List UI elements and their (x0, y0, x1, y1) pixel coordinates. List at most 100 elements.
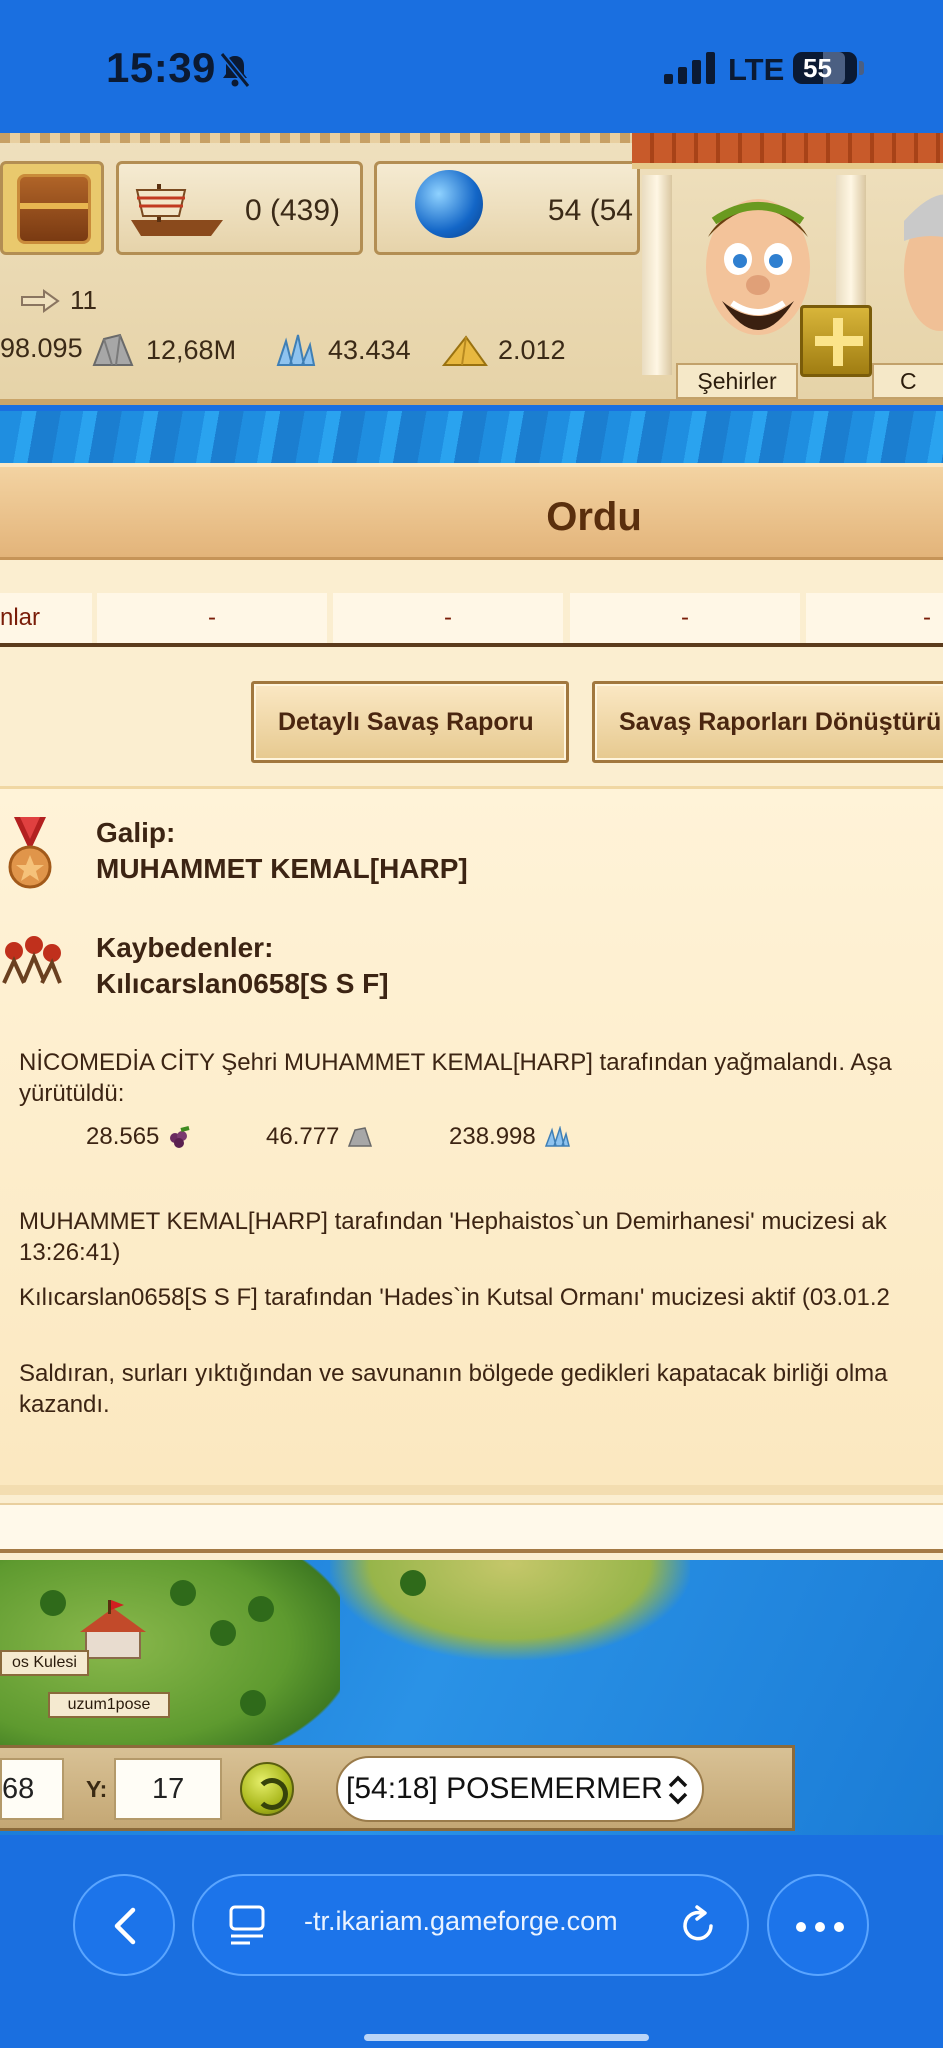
crystal-icon (276, 334, 316, 366)
resource-sulfur: 2.012 (442, 333, 566, 367)
treasure-chest-icon (17, 174, 91, 244)
wonder-attacker-line-1: MUHAMMET KEMAL[HARP] tarafından 'Hephais… (19, 1208, 887, 1235)
marble-icon (348, 1127, 373, 1147)
chevron-left-icon (114, 1907, 136, 1945)
page-menu-icon (229, 1905, 265, 1945)
cellular-signal-icon (664, 52, 715, 84)
summary-row: nlar - - - - (0, 593, 943, 647)
loot-crystal: 238.998 (449, 1123, 570, 1151)
bell-muted-icon (219, 52, 251, 88)
game-header: 0 (439) 54 (54 11 98.095 12,68M 43.434 2… (0, 133, 943, 405)
army-window: Ordu nlar - - - - Detaylı Savaş Raporu S… (0, 463, 943, 1563)
defeated-army-icon (2, 936, 62, 984)
home-indicator (364, 2034, 649, 2041)
battle-report: Galip: MUHAMMET KEMAL[HARP] Kaybedenler:… (0, 786, 943, 1486)
go-to-coordinates-icon[interactable] (240, 1762, 294, 1816)
y-coordinate-label: Y: (86, 1776, 108, 1802)
address-bar[interactable]: -tr.ikariam.gameforge.com (192, 1874, 749, 1976)
premium-chest-button[interactable] (0, 161, 104, 255)
resource-crystal: 43.434 (272, 333, 411, 367)
tower-label[interactable]: os Kulesi (0, 1650, 89, 1676)
military-advisor-label[interactable]: C (872, 363, 943, 399)
battery-tip (859, 61, 864, 75)
loser-name[interactable]: Kılıcarslan0658[S S F] (96, 968, 389, 1000)
resource-value: 43.434 (328, 334, 411, 365)
summary-cell: - (570, 593, 800, 643)
ship-icon (131, 184, 223, 236)
island-land (330, 1560, 690, 1660)
window-title: Ordu (546, 495, 642, 539)
military-advisor-icon[interactable] (900, 181, 943, 351)
tree-icon (40, 1590, 66, 1616)
summary-cell: - (97, 593, 327, 643)
city-label[interactable]: uzum1pose (48, 1692, 170, 1718)
loot-value: 238.998 (449, 1123, 536, 1150)
globe-icon (415, 170, 483, 238)
tree-icon (210, 1620, 236, 1646)
plunder-text-line-2: yürütüldü: (19, 1080, 125, 1107)
city-select[interactable]: [54:18] POSEMERMER (336, 1756, 704, 1822)
resource-value: 12,68M (146, 334, 237, 365)
summary-cell: - (333, 593, 563, 643)
water-strip (0, 411, 943, 463)
cities-advisor-label[interactable]: Şehirler (676, 363, 798, 399)
ships-value: 0 (439) (244, 194, 340, 227)
header-border (0, 133, 640, 143)
battery-icon: 55 (793, 52, 857, 84)
world-map-box[interactable]: 54 (54 (374, 161, 640, 255)
reload-icon[interactable] (679, 1904, 719, 1946)
status-bar: 15:39 LTE 55 (0, 0, 943, 133)
loot-marble: 46.777 (266, 1123, 373, 1151)
globe-value: 54 (54 (547, 194, 633, 227)
detailed-battle-report-button[interactable]: Detaylı Savaş Raporu (251, 681, 569, 763)
summary-cell: nlar (0, 593, 92, 643)
status-time: 15:39 (106, 44, 216, 91)
arrow-right-icon (21, 288, 60, 313)
report-divider (0, 1485, 943, 1495)
wine-grapes-icon (170, 1126, 190, 1148)
palace-roof (632, 133, 943, 169)
y-coordinate-input[interactable]: 17 (114, 1758, 222, 1820)
resource-wood: 98.095 (0, 333, 83, 364)
palace-column (642, 175, 672, 375)
network-type: LTE (728, 52, 785, 87)
report-footer (0, 1503, 943, 1553)
marble-icon (92, 333, 134, 366)
coordinates-bar: 68 Y: 17 [54:18] POSEMERMER (0, 1745, 795, 1831)
tree-icon (248, 1596, 274, 1622)
ellipsis-icon (796, 1922, 844, 1932)
url-text: -tr.ikariam.gameforge.com (304, 1906, 618, 1936)
result-text-line-2: kazandı. (19, 1391, 110, 1418)
loot-value: 46.777 (266, 1123, 340, 1150)
resource-value: 2.012 (498, 334, 566, 365)
city-select-value: [54:18] POSEMERMER (346, 1772, 663, 1805)
loot-value: 28.565 (86, 1123, 160, 1150)
battery-level: 55 (803, 53, 832, 83)
sulfur-icon (442, 335, 488, 366)
resource-marble: 12,68M (90, 333, 236, 367)
advisors-panel: Şehirler C (632, 133, 943, 405)
tree-icon (400, 1570, 426, 1596)
convert-battle-reports-button[interactable]: Savaş Raporları Dönüştürü (592, 681, 943, 763)
select-chevrons-icon (668, 1775, 688, 1805)
plunder-text-line-1: NİCOMEDİA CİTY Şehri MUHAMMET KEMAL[HARP… (19, 1049, 892, 1076)
wonder-attacker-line-2: 13:26:41) (19, 1239, 121, 1266)
x-coordinate-input[interactable]: 68 (0, 1758, 64, 1820)
result-text-line-1: Saldıran, surları yıktığından ve savunan… (19, 1360, 888, 1387)
tree-icon (170, 1580, 196, 1606)
winner-label: Galip: (96, 817, 176, 848)
wonder-defender-line: Kılıcarslan0658[S S F] tarafından 'Hades… (19, 1284, 890, 1311)
resource-value: 98.095 (0, 333, 83, 363)
action-points-value: 11 (70, 285, 97, 315)
summary-cell: - (806, 593, 943, 643)
loot-wine: 28.565 (86, 1123, 193, 1151)
winner-name[interactable]: MUHAMMET KEMAL[HARP] (96, 853, 468, 885)
action-points-row: 11 (20, 285, 97, 316)
medal-icon (8, 817, 52, 889)
transport-ships-box[interactable]: 0 (439) (116, 161, 363, 255)
window-title-bar: Ordu (0, 463, 943, 560)
back-button[interactable] (73, 1874, 175, 1976)
tree-icon (240, 1690, 266, 1716)
add-city-plus-icon[interactable] (800, 305, 872, 377)
more-options-button[interactable] (767, 1874, 869, 1976)
